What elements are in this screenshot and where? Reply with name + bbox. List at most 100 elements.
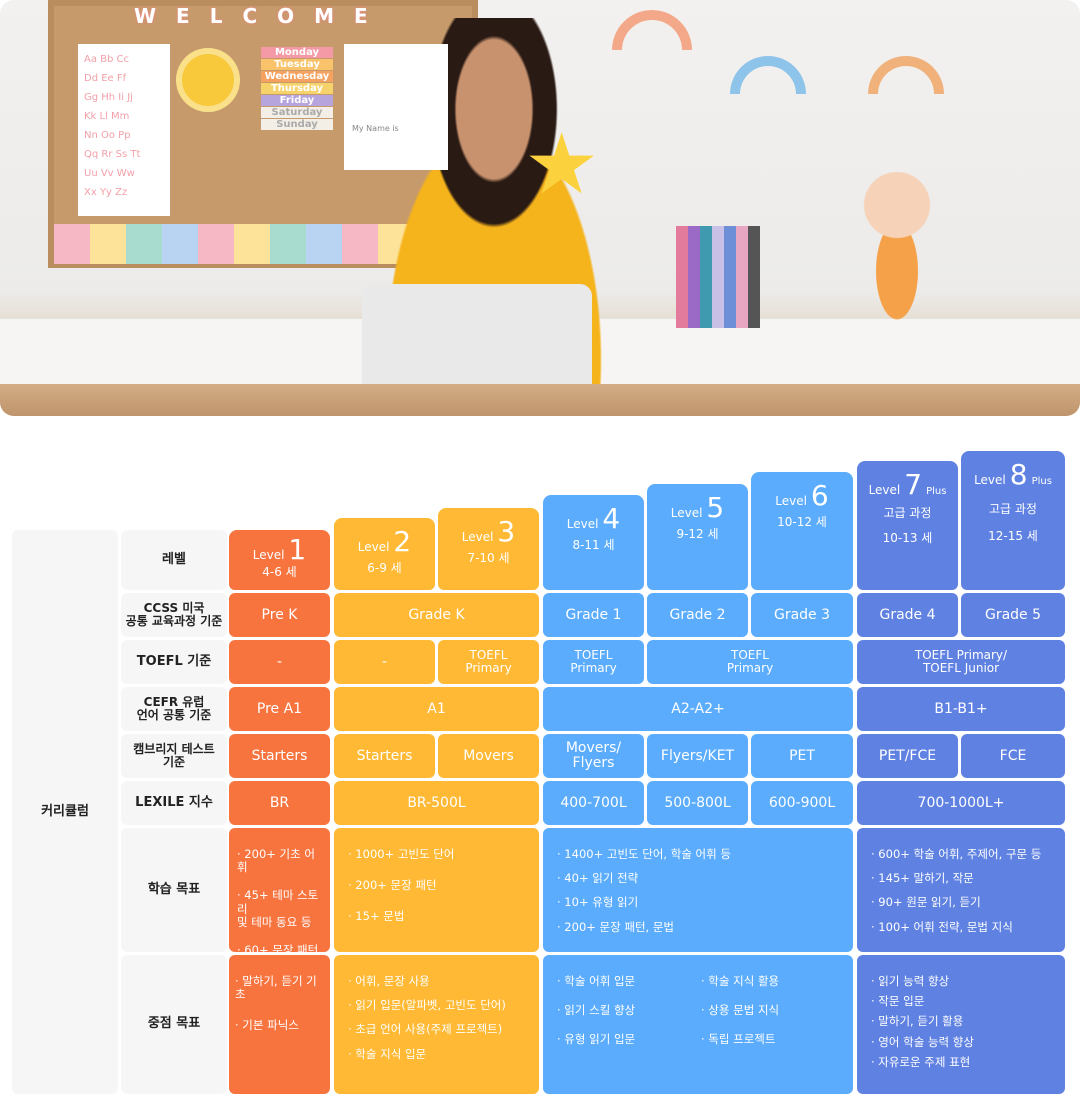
- goal-item: · 200+ 문장 패턴: [348, 878, 437, 893]
- alphabet-line: Aa Bb Cc: [84, 54, 130, 65]
- goal-item: · 45+ 테마 스토리 및 테마 동요 등: [237, 888, 319, 929]
- focus-goals-level-2-3: · 어휘, 문장 사용 · 읽기 입문(알파벳, 고빈도 단어) · 초급 언어…: [334, 955, 539, 1094]
- row-label-level: 레벨: [121, 530, 227, 590]
- course-label: 고급 과정: [989, 502, 1037, 516]
- alphabet-line: Qq Rr Ss Tt: [84, 149, 141, 160]
- days-chart: Monday Tuesday Wednesday Thursday Friday…: [260, 46, 334, 131]
- lexile-cell: 700-1000L+: [857, 781, 1065, 825]
- row-label-lexile: LEXILE 지수: [121, 781, 227, 825]
- alphabet-line: Nn Oo Pp: [84, 130, 131, 141]
- level-8-header: Level 8 Plus 고급 과정 12-15 세: [961, 451, 1065, 590]
- age-range: 12-15 세: [988, 528, 1038, 543]
- level-number: 1: [288, 533, 307, 566]
- day-label: Thursday: [261, 83, 333, 94]
- books: [676, 226, 760, 328]
- lexile-cell: BR-500L: [334, 781, 539, 825]
- day-label: Monday: [261, 47, 333, 58]
- level-number: 7: [904, 468, 923, 501]
- cambridge-cell: Flyers/KET: [647, 734, 748, 778]
- level-number: 3: [497, 515, 516, 548]
- row-label-cefr: CEFR 유럽 언어 공통 기준: [121, 687, 227, 731]
- level-number: 4: [602, 502, 621, 535]
- cambridge-cell: Movers/ Flyers: [543, 734, 644, 778]
- row-label-learning-goals: 학습 목표: [121, 828, 227, 952]
- name-poster: My Name is: [344, 44, 448, 170]
- ccss-cell: Grade 3: [751, 593, 853, 637]
- age-range: 7-10 세: [467, 551, 510, 565]
- lexile-cell: 500-800L: [647, 781, 748, 825]
- age-range: 9-12 세: [676, 527, 719, 541]
- goal-item: · 작문 입문: [871, 994, 925, 1009]
- cambridge-cell: Starters: [229, 734, 330, 778]
- learning-goals-level-7-8: · 600+ 학술 어휘, 주제어, 구문 등 · 145+ 말하기, 작문 ·…: [857, 828, 1065, 952]
- course-label: 고급 과정: [883, 506, 932, 520]
- goal-item: · 1000+ 고빈도 단어: [348, 847, 455, 861]
- level-number: 2: [393, 525, 412, 558]
- level-7-header: Level 7 Plus 고급 과정 10-13 세: [857, 461, 958, 590]
- row-label-cambridge: 캠브리지 테스트 기준: [121, 734, 227, 778]
- rainbow-decor: [730, 56, 806, 94]
- day-label: Tuesday: [261, 59, 333, 70]
- level-word: Level: [974, 473, 1006, 487]
- alphabet-line: Dd Ee Ff: [84, 73, 127, 84]
- cefr-cell: Pre A1: [229, 687, 330, 731]
- goal-item: · 100+ 어휘 전략, 문법 지식: [871, 919, 1013, 934]
- level-word: Level: [252, 548, 285, 562]
- goal-item: · 말하기, 듣기 기초: [235, 974, 317, 1002]
- age-range: 10-13 세: [882, 530, 933, 545]
- ccss-cell: Grade 2: [647, 593, 748, 637]
- day-label: Sunday: [261, 119, 333, 130]
- level-1-header: Level 1 4-6 세: [229, 530, 330, 590]
- ccss-cell: Grade 1: [543, 593, 644, 637]
- alphabet-line: Xx Yy Zz: [84, 187, 128, 198]
- cefr-cell: A1: [334, 687, 539, 731]
- goal-item: · 영어 학술 능력 향상: [871, 1034, 974, 1049]
- star-icon: ★: [524, 115, 600, 213]
- ccss-cell: Grade K: [334, 593, 539, 637]
- goal-item: · 학술 지식 활용: [701, 974, 780, 988]
- ccss-cell: Grade 4: [857, 593, 958, 637]
- level-number: 5: [706, 491, 725, 524]
- day-label: Wednesday: [261, 71, 333, 82]
- cambridge-cell: PET: [751, 734, 853, 778]
- age-range: 8-11 세: [572, 538, 615, 552]
- alphabet-line: Uu Vv Ww: [84, 168, 135, 179]
- cefr-cell: A2-A2+: [543, 687, 853, 731]
- goal-item: · 읽기 스킬 향상: [557, 1003, 636, 1018]
- alphabet-line: Kk Ll Mm: [84, 111, 130, 122]
- cambridge-cell: FCE: [961, 734, 1065, 778]
- level-number: 6: [810, 479, 829, 512]
- goal-item: · 말하기, 듣기 활용: [871, 1014, 964, 1029]
- cefr-cell: B1-B1+: [857, 687, 1065, 731]
- toefl-cell: -: [229, 640, 330, 684]
- row-label-toefl: TOEFL 기준: [121, 640, 227, 684]
- level-number: 8: [1009, 458, 1028, 491]
- toefl-cell: TOEFL Primary: [543, 640, 644, 684]
- focus-goals-level-1: · 말하기, 듣기 기초 · 기본 파닉스: [229, 955, 330, 1094]
- lexile-cell: 600-900L: [751, 781, 853, 825]
- goal-item: · 40+ 읽기 전략: [557, 871, 639, 886]
- goal-item: · 1400+ 고빈도 단어, 학술 어휘 등: [557, 847, 731, 861]
- level-word: Level: [775, 494, 807, 508]
- goal-item: · 학술 어휘 입문: [557, 974, 636, 988]
- level-word: Level: [357, 540, 390, 554]
- goal-item: · 10+ 유형 읽기: [557, 895, 639, 910]
- learning-goals-level-2-3: · 1000+ 고빈도 단어 · 200+ 문장 패턴 · 15+ 문법: [334, 828, 539, 952]
- goal-item: · 독립 프로젝트: [701, 1032, 776, 1047]
- goal-item: · 15+ 문법: [348, 909, 405, 924]
- goal-item: · 상용 문법 지식: [701, 1003, 780, 1018]
- level-word: Level: [670, 506, 703, 520]
- level-3-header: Level 3 7-10 세: [438, 508, 539, 590]
- goal-item: · 어휘, 문장 사용: [348, 974, 430, 988]
- level-word: Level: [566, 517, 599, 531]
- learning-goals-level-4-6: · 1400+ 고빈도 단어, 학술 어휘 등 · 40+ 읽기 전략 · 10…: [543, 828, 853, 952]
- lexile-cell: 400-700L: [543, 781, 644, 825]
- ccss-cell: Pre K: [229, 593, 330, 637]
- day-label: Friday: [261, 95, 333, 106]
- desk: [0, 384, 1080, 416]
- focus-goals-level-7-8: · 읽기 능력 향상 · 작문 입문 · 말하기, 듣기 활용 · 영어 학술 …: [857, 955, 1065, 1094]
- goal-item: · 학술 지식 입문: [348, 1046, 427, 1061]
- alphabet-line: Gg Hh Ii Jj: [84, 92, 133, 103]
- toefl-cell: -: [334, 640, 435, 684]
- focus-goals-level-4-6: · 학술 어휘 입문 · 학술 지식 활용 · 읽기 스킬 향상 · 상용 문법…: [543, 955, 853, 1094]
